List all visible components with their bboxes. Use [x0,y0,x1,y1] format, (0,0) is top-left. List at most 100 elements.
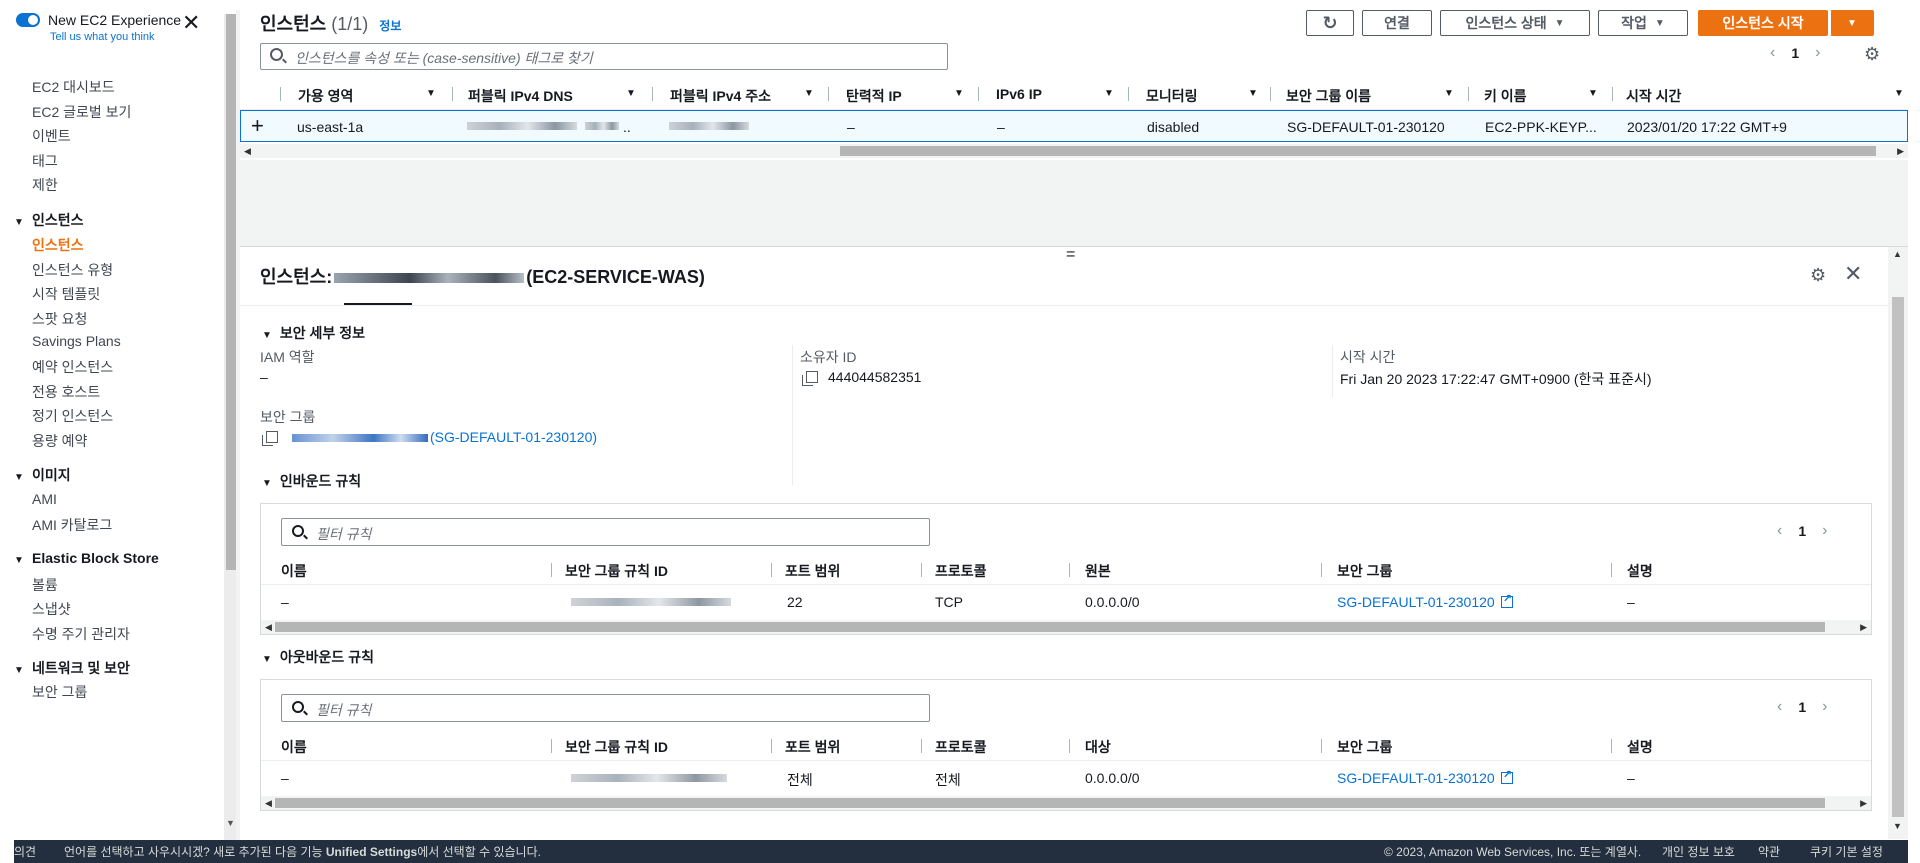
sidebar-scrollbar-thumb[interactable] [226,14,236,570]
info-link[interactable]: 정보 [379,19,401,33]
chevron-left-icon[interactable]: ‹ [1777,522,1782,540]
sort-icon[interactable]: ▼ [804,88,814,99]
sort-icon[interactable]: ▼ [954,88,964,99]
instance-search-input[interactable]: 인스턴스를 속성 또는 (case-sensitive) 태그로 찾기 [260,43,948,70]
sidebar-item-instances[interactable]: 인스턴스 [32,235,84,255]
chevron-left-icon[interactable]: ‹ [1770,44,1775,62]
column-header-elastic-ip[interactable]: 탄력적 IP [846,86,902,106]
scroll-left-icon[interactable]: ◀ [244,144,251,158]
security-details-header[interactable]: ▼ 보안 세부 정보 [262,323,365,343]
page-number[interactable]: 1 [1798,699,1806,715]
scrollbar-thumb[interactable] [840,146,1876,156]
cookie-preferences-link[interactable]: 쿠키 기본 설정 [1810,843,1883,860]
chevron-right-icon[interactable]: › [1822,698,1827,716]
sidebar-item-ami-catalog[interactable]: AMI 카탈로그 [32,515,112,535]
sidebar-item-scheduled-instances[interactable]: 정기 인스턴스 [32,406,113,426]
connect-button[interactable]: 연결 [1362,10,1432,36]
sort-icon[interactable]: ▼ [1444,88,1454,99]
scroll-right-icon[interactable]: ▶ [1860,796,1867,810]
preferences-gear-icon[interactable]: ⚙ [1864,44,1880,65]
outbound-filter-input[interactable]: 필터 규칙 [281,694,930,722]
feedback-link[interactable]: 의견 [14,843,36,860]
chevron-right-icon[interactable]: › [1815,44,1820,62]
scrollbar-thumb[interactable] [275,622,1825,632]
scrollbar-thumb[interactable] [275,798,1825,808]
sort-icon[interactable]: ▼ [626,88,636,99]
sidebar-section-ebs[interactable]: ▼ Elastic Block Store [14,550,159,566]
page-number[interactable]: 1 [1791,45,1799,61]
cell-security-group-link[interactable]: SG-DEFAULT-01-230120 [1337,768,1513,786]
detail-vertical-scrollbar[interactable]: ▲ ▼ [1888,247,1908,839]
close-icon[interactable]: ✕ [182,12,200,34]
sort-icon[interactable]: ▼ [1894,88,1904,99]
sidebar-item-spot-requests[interactable]: 스팟 요청 [32,309,87,329]
sidebar-item-volumes[interactable]: 볼륨 [32,575,58,595]
sidebar-item-dedicated-hosts[interactable]: 전용 호스트 [32,382,100,402]
sidebar-section-images[interactable]: ▼ 이미지 [14,465,71,485]
scroll-right-icon[interactable]: ▶ [1897,144,1904,158]
refresh-button[interactable]: ↻ [1306,10,1354,36]
column-header-ipv6[interactable]: IPv6 IP [996,86,1042,102]
sidebar-item-events[interactable]: 이벤트 [32,126,71,146]
sidebar-item-launch-templates[interactable]: 시작 템플릿 [32,284,100,304]
column-header-az[interactable]: 가용 영역 [298,86,353,106]
scroll-right-icon[interactable]: ▶ [1860,620,1867,634]
sidebar-item-ec2-dashboard[interactable]: EC2 대시보드 [32,77,115,97]
unified-settings-link[interactable]: Unified Settings [326,845,417,859]
column-header-public-dns[interactable]: 퍼블릭 IPv4 DNS [468,86,573,106]
column-header-sg-name[interactable]: 보안 그룹 이름 [1286,86,1371,106]
instance-state-button[interactable]: 인스턴스 상태 ▼ [1440,10,1590,36]
copy-icon[interactable] [262,431,278,446]
page-number[interactable]: 1 [1798,523,1806,539]
security-group-link[interactable]: (SG-DEFAULT-01-230120) [430,429,597,445]
privacy-link[interactable]: 개인 정보 보호 [1662,843,1735,860]
detail-gear-icon[interactable]: ⚙ [1810,265,1826,286]
expand-plus-icon[interactable]: + [251,113,264,139]
sidebar-section-network-security[interactable]: ▼ 네트워크 및 보안 [14,658,130,678]
column-header-public-ipv4[interactable]: 퍼블릭 IPv4 주소 [670,86,771,106]
close-icon[interactable]: ✕ [1844,261,1862,287]
terms-link[interactable]: 약관 [1758,843,1780,860]
scroll-up-icon[interactable]: ▲ [1893,249,1902,259]
inbound-horizontal-scrollbar[interactable]: ◀ ▶ [261,620,1871,634]
column-header-monitoring[interactable]: 모니터링 [1146,86,1198,106]
sidebar-section-instances[interactable]: ▼ 인스턴스 [14,210,84,230]
sidebar-item-savings-plans[interactable]: Savings Plans [32,333,121,349]
sort-icon[interactable]: ▼ [1104,88,1114,99]
chevron-left-icon[interactable]: ‹ [1777,698,1782,716]
scroll-down-icon[interactable]: ▼ [1893,821,1902,831]
outbound-horizontal-scrollbar[interactable]: ◀ ▶ [261,796,1871,810]
sort-icon[interactable]: ▼ [426,88,436,99]
scrollbar-thumb[interactable] [1892,297,1904,817]
sort-icon[interactable]: ▼ [1248,88,1258,99]
scroll-left-icon[interactable]: ◀ [265,620,272,634]
sidebar-item-snapshots[interactable]: 스냅샷 [32,599,71,619]
inbound-filter-input[interactable]: 필터 규칙 [281,518,930,546]
sidebar-item-security-groups[interactable]: 보안 그룹 [32,682,87,702]
instances-horizontal-scrollbar[interactable]: ◀ ▶ [240,144,1908,158]
column-header-launch-time[interactable]: 시작 시간 [1626,86,1681,106]
sidebar-item-limits[interactable]: 제한 [32,175,58,195]
sort-icon[interactable]: ▼ [1588,88,1598,99]
copy-icon[interactable] [802,371,818,386]
sidebar-item-tags[interactable]: 태그 [32,151,58,171]
launch-instances-button[interactable]: 인스턴스 시작 [1698,10,1828,36]
inbound-rules-header[interactable]: ▼ 인바운드 규칙 [262,471,361,491]
scroll-left-icon[interactable]: ◀ [265,796,272,810]
scroll-down-icon[interactable]: ▼ [226,818,235,828]
new-experience-toggle[interactable] [16,13,40,27]
outbound-rules-header[interactable]: ▼ 아웃바운드 규칙 [262,647,374,667]
sidebar-item-ec2-global-view[interactable]: EC2 글로벌 보기 [32,102,131,122]
sidebar-item-instance-types[interactable]: 인스턴스 유형 [32,260,113,280]
launch-dropdown-button[interactable]: ▼ [1830,10,1874,36]
feedback-link[interactable]: Tell us what you think [50,31,155,43]
split-panel-drag-handle[interactable]: = [1066,246,1075,264]
sidebar-item-capacity-reservations[interactable]: 용량 예약 [32,431,87,451]
sidebar-item-reserved-instances[interactable]: 예약 인스턴스 [32,357,113,377]
cell-security-group-link[interactable]: SG-DEFAULT-01-230120 [1337,592,1513,610]
sidebar-item-lifecycle-manager[interactable]: 수명 주기 관리자 [32,624,130,644]
sidebar-item-ami[interactable]: AMI [32,491,57,507]
chevron-right-icon[interactable]: › [1822,522,1827,540]
table-row[interactable]: + us-east-1a .. – – disabled SG-DEFAULT-… [240,110,1908,142]
actions-button[interactable]: 작업 ▼ [1598,10,1688,36]
